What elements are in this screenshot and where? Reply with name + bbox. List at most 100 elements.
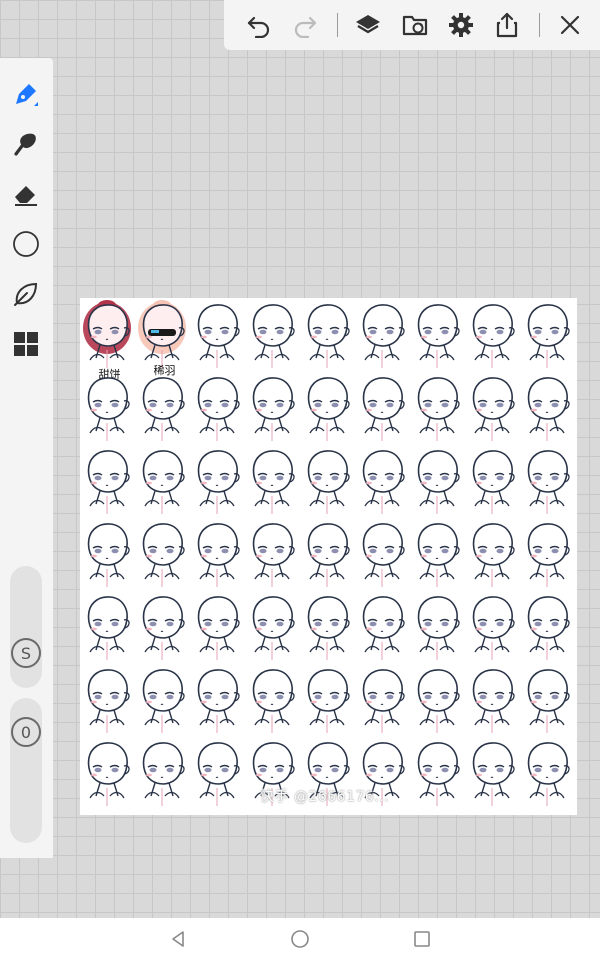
toolbar-divider [538, 13, 540, 37]
share-button[interactable] [490, 8, 523, 42]
recents-icon [414, 931, 430, 947]
pen-icon [16, 84, 38, 106]
template-head [410, 663, 465, 736]
template-head [190, 298, 245, 371]
opacity-label: 0 [20, 722, 32, 742]
template-head [355, 298, 410, 371]
template-head [300, 517, 355, 590]
close-icon [561, 15, 580, 35]
opacity-knob[interactable]: 0 [11, 717, 41, 747]
template-head [135, 371, 190, 444]
brush-icon [14, 133, 36, 156]
brush-tool-button[interactable] [8, 126, 44, 162]
template-head [300, 371, 355, 444]
template-head [190, 736, 245, 809]
template-head [135, 517, 190, 590]
template-head [80, 663, 135, 736]
back-icon [172, 931, 184, 947]
character-1: 甜饼 [80, 298, 135, 381]
redo-button[interactable] [288, 8, 321, 42]
template-head [135, 444, 190, 517]
back-button[interactable] [148, 918, 208, 960]
template-head [80, 590, 135, 663]
template-head [520, 663, 575, 736]
left-toolbar: S 0 [0, 58, 53, 858]
template-head [465, 590, 520, 663]
template-head [80, 736, 135, 809]
template-head [410, 590, 465, 663]
gear-icon [448, 13, 473, 37]
template-head [300, 298, 355, 371]
template-head [245, 663, 300, 736]
close-button[interactable] [554, 8, 587, 42]
template-head [80, 517, 135, 590]
template-head [520, 517, 575, 590]
template-head [80, 444, 135, 517]
template-head [465, 517, 520, 590]
template-head [410, 298, 465, 371]
leaf-icon [14, 282, 38, 306]
template-head [135, 663, 190, 736]
grid-icon [14, 332, 38, 356]
template-head [465, 298, 520, 371]
file-sync-button[interactable] [398, 8, 431, 42]
watermark: 快手 @2666176... [260, 789, 390, 805]
template-head [465, 444, 520, 517]
template-head [355, 663, 410, 736]
template-head [245, 444, 300, 517]
template-head [355, 444, 410, 517]
toolbar-divider [336, 13, 338, 37]
template-head [190, 444, 245, 517]
template-head [80, 371, 135, 444]
template-head [190, 371, 245, 444]
template-head [355, 517, 410, 590]
eraser-tool-button[interactable] [8, 176, 44, 212]
home-button[interactable] [270, 918, 330, 960]
template-head [190, 517, 245, 590]
template-head [520, 590, 575, 663]
template-head [300, 590, 355, 663]
template-head [355, 371, 410, 444]
template-head [245, 371, 300, 444]
materials-button[interactable] [8, 326, 44, 362]
template-head [465, 736, 520, 809]
file-sync-icon [402, 15, 427, 36]
layers-button[interactable] [352, 8, 385, 42]
template-head [410, 736, 465, 809]
template-head [135, 590, 190, 663]
template-head [520, 371, 575, 444]
brush-size-knob[interactable]: S [11, 638, 41, 668]
shape-circle-icon [13, 231, 39, 257]
template-head [190, 663, 245, 736]
template-head [245, 517, 300, 590]
lasso-tool-button[interactable] [8, 276, 44, 312]
template-head [410, 371, 465, 444]
layers-icon [356, 15, 381, 34]
character-2: 稀羽 [135, 298, 190, 377]
undo-icon [247, 16, 269, 38]
undo-button[interactable] [242, 8, 275, 42]
eraser-icon [15, 186, 37, 206]
recents-button[interactable] [392, 918, 452, 960]
template-head [410, 517, 465, 590]
share-icon [497, 12, 518, 38]
template-head [245, 590, 300, 663]
template-head [190, 590, 245, 663]
template-head [300, 663, 355, 736]
shape-tool-button[interactable] [8, 226, 44, 262]
settings-button[interactable] [444, 8, 477, 42]
system-nav-bar [0, 918, 600, 960]
template-head [520, 444, 575, 517]
drawing-canvas[interactable]: 甜饼 稀羽快手 @2666176... [80, 298, 577, 815]
template-head [465, 371, 520, 444]
top-toolbar [224, 0, 600, 50]
home-icon [291, 930, 309, 948]
redo-icon [294, 16, 317, 38]
template-head [355, 590, 410, 663]
template-head [245, 298, 300, 371]
template-head [300, 444, 355, 517]
template-head [520, 736, 575, 809]
template-head [135, 736, 190, 809]
pen-tool-button[interactable] [8, 76, 44, 112]
brush-size-slider[interactable] [10, 566, 42, 688]
